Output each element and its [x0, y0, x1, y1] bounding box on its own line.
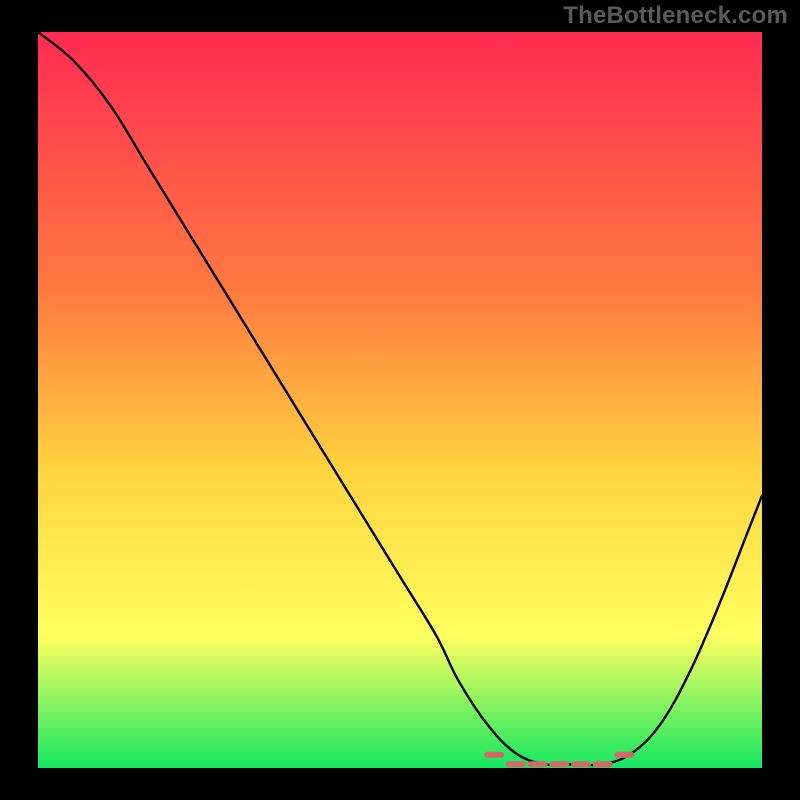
chart-stage: TheBottleneck.com	[0, 0, 800, 800]
plot-bg-right-margin	[762, 0, 800, 800]
bottleneck-chart	[0, 0, 800, 800]
plot-bg-left-margin	[0, 0, 38, 800]
plot-background	[38, 32, 762, 768]
